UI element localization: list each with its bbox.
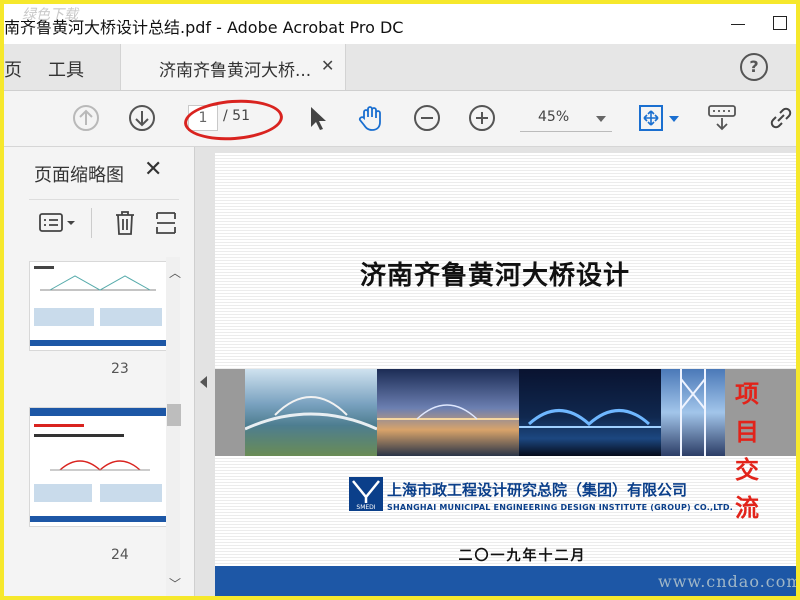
thumbnail-page-23[interactable] bbox=[29, 261, 167, 351]
organization-name-cn: 上海市政工程设计研究总院（集团）有限公司 bbox=[387, 481, 688, 499]
window-controls bbox=[726, 10, 792, 38]
logo-text: SMEDI bbox=[356, 504, 375, 511]
collapse-panel-icon[interactable] bbox=[200, 376, 207, 388]
fit-page-icon[interactable] bbox=[637, 103, 667, 133]
next-page-icon[interactable] bbox=[127, 103, 157, 133]
toolbar-divider bbox=[91, 208, 92, 238]
page-total: / 51 bbox=[223, 108, 250, 124]
thumbnail-page-number: 23 bbox=[111, 361, 129, 377]
thumbnail-page-number: 24 bbox=[111, 547, 129, 563]
document-date: 二〇一九年十二月 bbox=[458, 548, 587, 564]
watermark: 绿色下载 bbox=[22, 7, 78, 23]
watermark: www.cndao.com bbox=[658, 572, 800, 591]
minimize-icon[interactable] bbox=[726, 12, 750, 36]
banner-caption-line: 交 流 bbox=[735, 456, 767, 522]
chevron-down-icon bbox=[596, 116, 606, 122]
hand-tool-icon[interactable] bbox=[356, 103, 386, 133]
thumbnail-scrollbar[interactable] bbox=[166, 257, 180, 596]
bridge-photo bbox=[377, 369, 519, 456]
close-panel-icon[interactable]: ✕ bbox=[144, 157, 162, 182]
zoom-select[interactable]: 45% bbox=[520, 105, 612, 132]
tab-bar: 页 工具 济南齐鲁黄河大桥... ✕ ? bbox=[4, 44, 796, 91]
thumbnail-preview bbox=[30, 262, 166, 350]
banner-caption-line: 项 目 bbox=[735, 380, 767, 446]
tab-tools[interactable]: 工具 bbox=[48, 56, 84, 82]
thumbnail-preview bbox=[30, 408, 166, 526]
app-window: 南齐鲁黄河大桥设计总结.pdf - Adobe Acrobat Pro DC 页… bbox=[0, 0, 800, 600]
select-cursor-icon[interactable] bbox=[302, 103, 332, 133]
maximize-icon[interactable] bbox=[768, 12, 792, 36]
document-tab-label: 济南齐鲁黄河大桥... bbox=[159, 61, 312, 81]
scroll-down-icon[interactable]: ﹀ bbox=[169, 575, 181, 592]
thumbnail-tools bbox=[29, 199, 179, 244]
insert-pages-icon[interactable] bbox=[155, 210, 179, 236]
link-icon[interactable] bbox=[766, 103, 796, 133]
thumbnail-options-icon[interactable] bbox=[39, 212, 77, 234]
smedi-logo: SMEDI bbox=[349, 477, 383, 511]
page-number-input[interactable]: 1 bbox=[188, 105, 218, 131]
zoom-in-icon[interactable] bbox=[467, 103, 497, 133]
bridge-photo bbox=[244, 369, 378, 456]
thumbnails-title: 页面缩略图 bbox=[34, 165, 124, 186]
zoom-value: 45% bbox=[538, 109, 570, 125]
tab-document[interactable]: 济南齐鲁黄河大桥... ✕ bbox=[120, 44, 346, 90]
bridge-photo bbox=[519, 369, 661, 456]
pdf-page: 济南齐鲁黄河大桥设计 项 目 交 流 SMEDI 上海市政工程设计研究总院（集团… bbox=[215, 153, 796, 596]
bridge-photo bbox=[661, 369, 725, 456]
zoom-out-icon[interactable] bbox=[412, 103, 442, 133]
bridge-photo-banner: 项 目 交 流 bbox=[215, 369, 796, 522]
toolbar: 1 / 51 45% bbox=[4, 91, 796, 147]
banner-caption: 项 目 交 流 bbox=[735, 375, 795, 527]
help-icon[interactable]: ? bbox=[740, 53, 768, 81]
fit-page-chevron-icon[interactable] bbox=[669, 116, 679, 122]
keyboard-input-icon[interactable] bbox=[707, 103, 737, 133]
close-tab-icon[interactable]: ✕ bbox=[321, 56, 334, 75]
document-title: 济南齐鲁黄河大桥设计 bbox=[359, 261, 630, 291]
document-view[interactable]: 济南齐鲁黄河大桥设计 项 目 交 流 SMEDI 上海市政工程设计研究总院（集团… bbox=[195, 147, 796, 596]
scroll-up-icon[interactable]: ︿ bbox=[169, 264, 181, 281]
scrollbar-thumb[interactable] bbox=[167, 404, 181, 426]
organization-name-en: SHANGHAI MUNICIPAL ENGINEERING DESIGN IN… bbox=[387, 503, 733, 512]
thumbnails-panel: 页面缩略图 ✕ 23 24 ︿ ﹀ bbox=[4, 147, 195, 596]
previous-page-icon[interactable] bbox=[71, 103, 101, 133]
tab-home[interactable]: 页 bbox=[4, 56, 22, 82]
title-bar: 南齐鲁黄河大桥设计总结.pdf - Adobe Acrobat Pro DC bbox=[4, 4, 796, 44]
trash-icon[interactable] bbox=[113, 210, 137, 236]
thumbnail-page-24[interactable] bbox=[29, 407, 167, 527]
